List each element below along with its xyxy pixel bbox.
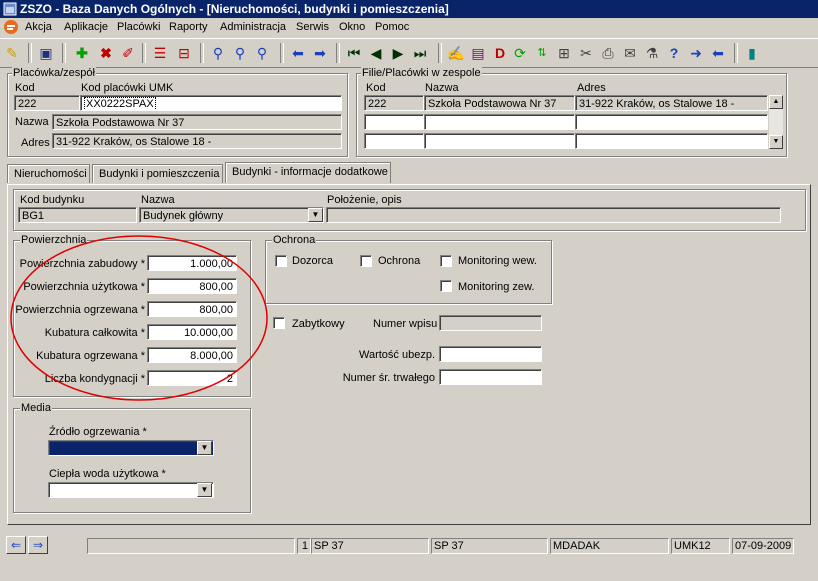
annotation-ellipse-overlay: [10, 235, 268, 401]
status-umk: UMK12: [671, 538, 730, 554]
nav-forward-icon[interactable]: ⇒: [28, 536, 48, 554]
status-school-1: SP 37: [311, 538, 429, 554]
status-cell-empty: [87, 538, 295, 554]
status-record: 1: [297, 538, 311, 554]
status-date: 07-09-2009: [732, 538, 794, 554]
status-school-2: SP 37: [431, 538, 548, 554]
red-annotation-ellipse: [10, 235, 268, 401]
status-user: MDADAK: [550, 538, 669, 554]
nav-back-icon[interactable]: ⇐: [6, 536, 26, 554]
tab-budynki-informacje[interactable]: Budynki - informacje dodatkowe: [225, 162, 391, 183]
